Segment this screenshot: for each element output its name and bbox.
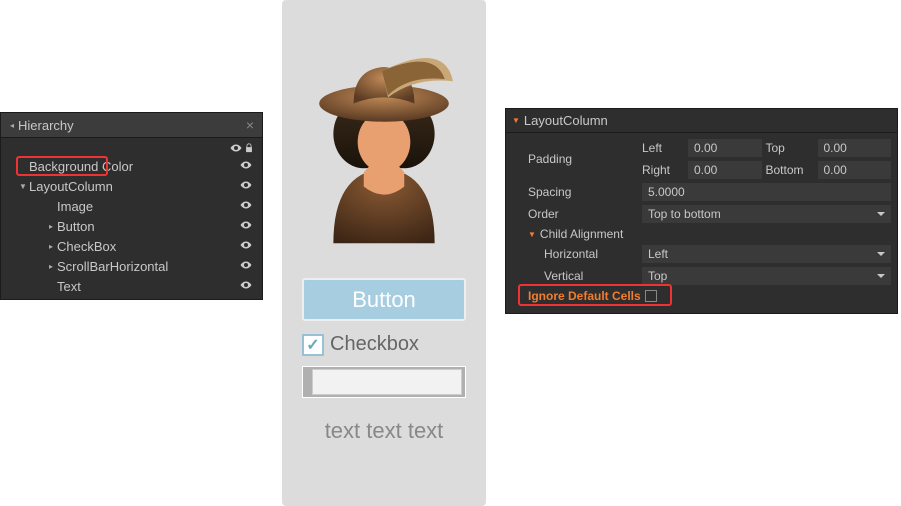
tree-row[interactable]: ▸Button <box>1 217 262 237</box>
visibility-icon[interactable] <box>238 239 254 255</box>
order-dropdown[interactable]: Top to bottom <box>642 205 891 223</box>
button[interactable]: Button <box>302 278 466 321</box>
hierarchy-header: ◂ Hierarchy × <box>1 113 262 138</box>
hierarchy-title: Hierarchy <box>18 118 246 133</box>
vertical-dropdown[interactable]: Top <box>642 267 891 285</box>
visibility-icon[interactable] <box>238 279 254 295</box>
properties-title: LayoutColumn <box>524 113 608 128</box>
checkbox-box[interactable]: ✓ <box>302 334 324 356</box>
padding-right-label: Right <box>642 161 684 179</box>
child-alignment-group[interactable]: ▼ Child Alignment <box>512 225 891 243</box>
text: text text text <box>302 418 466 444</box>
visibility-icon[interactable] <box>238 219 254 235</box>
padding-right-field[interactable]: 0.00 <box>688 161 762 179</box>
padding-bottom-label: Bottom <box>766 161 814 179</box>
tree-row[interactable]: Text <box>1 277 262 297</box>
image <box>303 36 465 258</box>
padding-label: Padding <box>512 152 642 166</box>
visibility-icon[interactable] <box>238 199 254 215</box>
padding-top-label: Top <box>766 139 814 157</box>
button-label: Button <box>352 287 416 313</box>
checkbox[interactable]: ✓ Checkbox <box>302 333 466 356</box>
child-alignment-label: Child Alignment <box>540 227 623 241</box>
checkbox-label: Checkbox <box>330 333 419 356</box>
ignore-default-cells-label: Ignore Default Cells <box>528 289 641 303</box>
spacing-field[interactable]: 5.0000 <box>642 183 891 201</box>
padding-top-field[interactable]: 0.00 <box>818 139 892 157</box>
padding-bottom-field[interactable]: 0.00 <box>818 161 892 179</box>
tree-row[interactable]: ▸CheckBox <box>1 237 262 257</box>
padding-left-label: Left <box>642 139 684 157</box>
expand-icon[interactable]: ▸ <box>45 259 57 275</box>
ignore-default-cells-checkbox[interactable] <box>645 290 657 302</box>
hierarchy-collapse-icon[interactable]: ◂ <box>9 121 15 130</box>
expand-icon[interactable]: ▸ <box>45 239 57 255</box>
scrollbar-horizontal[interactable] <box>302 366 466 398</box>
horizontal-label: Horizontal <box>512 247 642 261</box>
vertical-label: Vertical <box>512 269 642 283</box>
tree-row[interactable]: Background Color <box>1 157 262 177</box>
scrollbar-thumb[interactable] <box>312 369 462 395</box>
properties-panel: ▼ LayoutColumn Padding Left 0.00 Top 0.0… <box>505 108 898 314</box>
tree-row[interactable]: ▼LayoutColumn <box>1 177 262 197</box>
visibility-icon[interactable] <box>238 259 254 275</box>
tree-item-label: Background Color <box>29 159 238 175</box>
visibility-icon[interactable] <box>238 179 254 195</box>
tree-item-label: Text <box>57 279 238 295</box>
collapse-icon[interactable]: ▼ <box>528 230 536 239</box>
tree-row[interactable]: Image <box>1 197 262 217</box>
horizontal-dropdown[interactable]: Left <box>642 245 891 263</box>
tree-row[interactable]: ▸ScrollBarHorizontal <box>1 257 262 277</box>
hierarchy-body: Background Color▼LayoutColumnImage▸Butto… <box>1 138 262 299</box>
expand-icon[interactable]: ▼ <box>17 179 29 195</box>
tree-item-label: Image <box>57 199 238 215</box>
preview-panel: Button ✓ Checkbox text text text <box>282 0 486 506</box>
collapse-icon[interactable]: ▼ <box>512 116 520 125</box>
order-label: Order <box>512 207 642 221</box>
expand-icon[interactable]: ▸ <box>45 219 57 235</box>
tree-item-label: LayoutColumn <box>29 179 238 195</box>
lock-column-icon[interactable] <box>244 142 254 157</box>
tree-item-label: ScrollBarHorizontal <box>57 259 238 275</box>
visibility-icon[interactable] <box>238 159 254 175</box>
properties-header[interactable]: ▼ LayoutColumn <box>506 109 897 133</box>
tree-item-label: Button <box>57 219 238 235</box>
tree-item-label: CheckBox <box>57 239 238 255</box>
visibility-column-icon[interactable] <box>230 142 242 157</box>
close-icon[interactable]: × <box>246 117 254 133</box>
ignore-default-cells-row[interactable]: Ignore Default Cells <box>512 287 891 305</box>
hierarchy-panel: ◂ Hierarchy × Background Color▼LayoutCol… <box>0 112 263 300</box>
padding-left-field[interactable]: 0.00 <box>688 139 762 157</box>
spacing-label: Spacing <box>512 185 642 199</box>
